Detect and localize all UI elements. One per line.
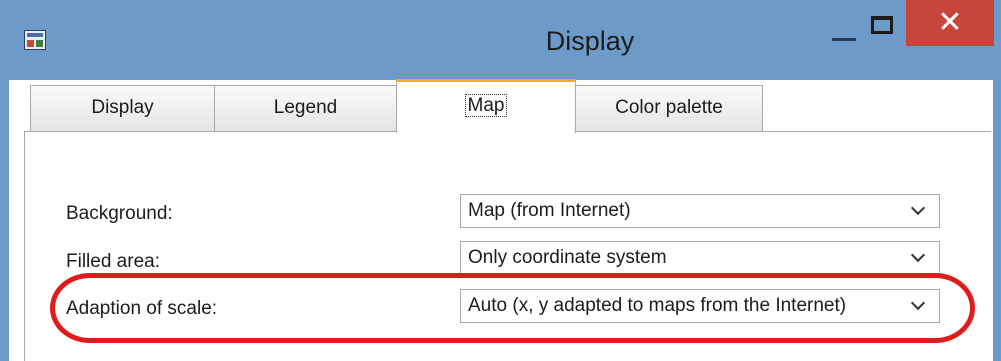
background-select-value: Map (from Internet) — [468, 200, 631, 221]
window-frame-right — [993, 80, 1001, 361]
filled-area-label: Filled area: — [66, 251, 160, 272]
tab-display[interactable]: Display — [30, 85, 215, 131]
tab-label: Map — [464, 94, 508, 117]
chevron-down-icon[interactable] — [907, 290, 929, 322]
filled-area-select-value: Only coordinate system — [468, 247, 667, 268]
background-select[interactable]: Map (from Internet) — [460, 194, 940, 228]
minimize-button[interactable] — [826, 14, 862, 46]
window-frame-left — [0, 80, 9, 361]
tab-label: Display — [91, 97, 154, 118]
tab-color-palette[interactable]: Color palette — [575, 85, 763, 131]
chevron-down-icon[interactable] — [907, 195, 929, 227]
adaption-of-scale-label: Adaption of scale: — [66, 298, 218, 319]
tab-label: Color palette — [615, 97, 723, 118]
adaption-of-scale-select[interactable]: Auto (x, y adapted to maps from the Inte… — [460, 289, 940, 323]
chevron-down-icon[interactable] — [907, 242, 929, 274]
tab-map[interactable]: Map — [396, 79, 576, 133]
maximize-button[interactable] — [865, 10, 899, 44]
filled-area-select[interactable]: Only coordinate system — [460, 241, 940, 275]
tab-label: Legend — [273, 97, 338, 118]
adaption-of-scale-select-value: Auto (x, y adapted to maps from the Inte… — [468, 295, 847, 316]
close-button[interactable]: ✕ — [906, 0, 994, 46]
background-label: Background: — [66, 203, 173, 224]
tab-legend[interactable]: Legend — [214, 85, 397, 131]
